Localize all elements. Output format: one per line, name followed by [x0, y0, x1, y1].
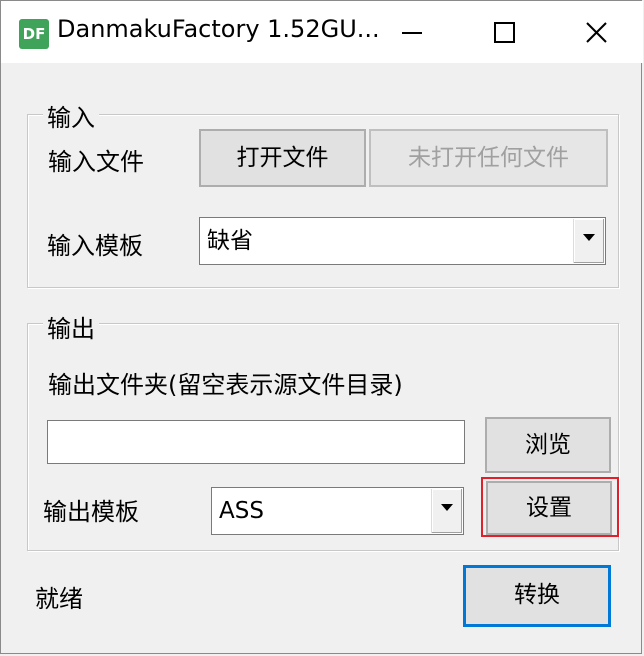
output-template-label: 输出模板 [43, 498, 139, 526]
maximize-icon [494, 22, 515, 43]
convert-button[interactable]: 转换 [463, 565, 611, 627]
status-text: 就绪 [35, 585, 83, 613]
open-file-button[interactable]: 打开文件 [199, 129, 366, 187]
input-template-value: 缺省 [207, 228, 253, 254]
output-folder-label: 输出文件夹(留空表示源文件目录) [48, 371, 403, 399]
maximize-button[interactable] [457, 1, 549, 63]
close-icon [586, 22, 607, 43]
output-template-dropdown-button[interactable] [431, 489, 462, 533]
highlight-annotation [481, 477, 619, 537]
app-window: DF DanmakuFactory 1.52GU... 输入 输入文件 打开文件… [0, 0, 643, 654]
output-template-value: ASS [219, 498, 264, 524]
output-template-select[interactable]: ASS [211, 487, 464, 535]
input-group-title: 输入 [43, 98, 99, 133]
browse-button[interactable]: 浏览 [485, 417, 611, 473]
output-folder-input[interactable] [47, 420, 465, 464]
chevron-down-icon [441, 504, 453, 511]
input-template-label: 输入模板 [47, 232, 143, 260]
app-logo-icon: DF [19, 19, 49, 49]
window-title: DanmakuFactory 1.52GU... [57, 15, 380, 43]
minimize-icon [402, 32, 422, 34]
close-button[interactable] [549, 1, 641, 63]
file-status-button: 未打开任何文件 [369, 129, 608, 187]
output-group-title: 输出 [43, 309, 99, 344]
title-bar[interactable]: DF DanmakuFactory 1.52GU... [1, 1, 643, 63]
input-file-label: 输入文件 [48, 148, 144, 176]
chevron-down-icon [583, 234, 595, 241]
minimize-button[interactable] [365, 1, 457, 63]
input-template-dropdown-button[interactable] [573, 219, 604, 263]
input-template-select[interactable]: 缺省 [199, 217, 606, 265]
